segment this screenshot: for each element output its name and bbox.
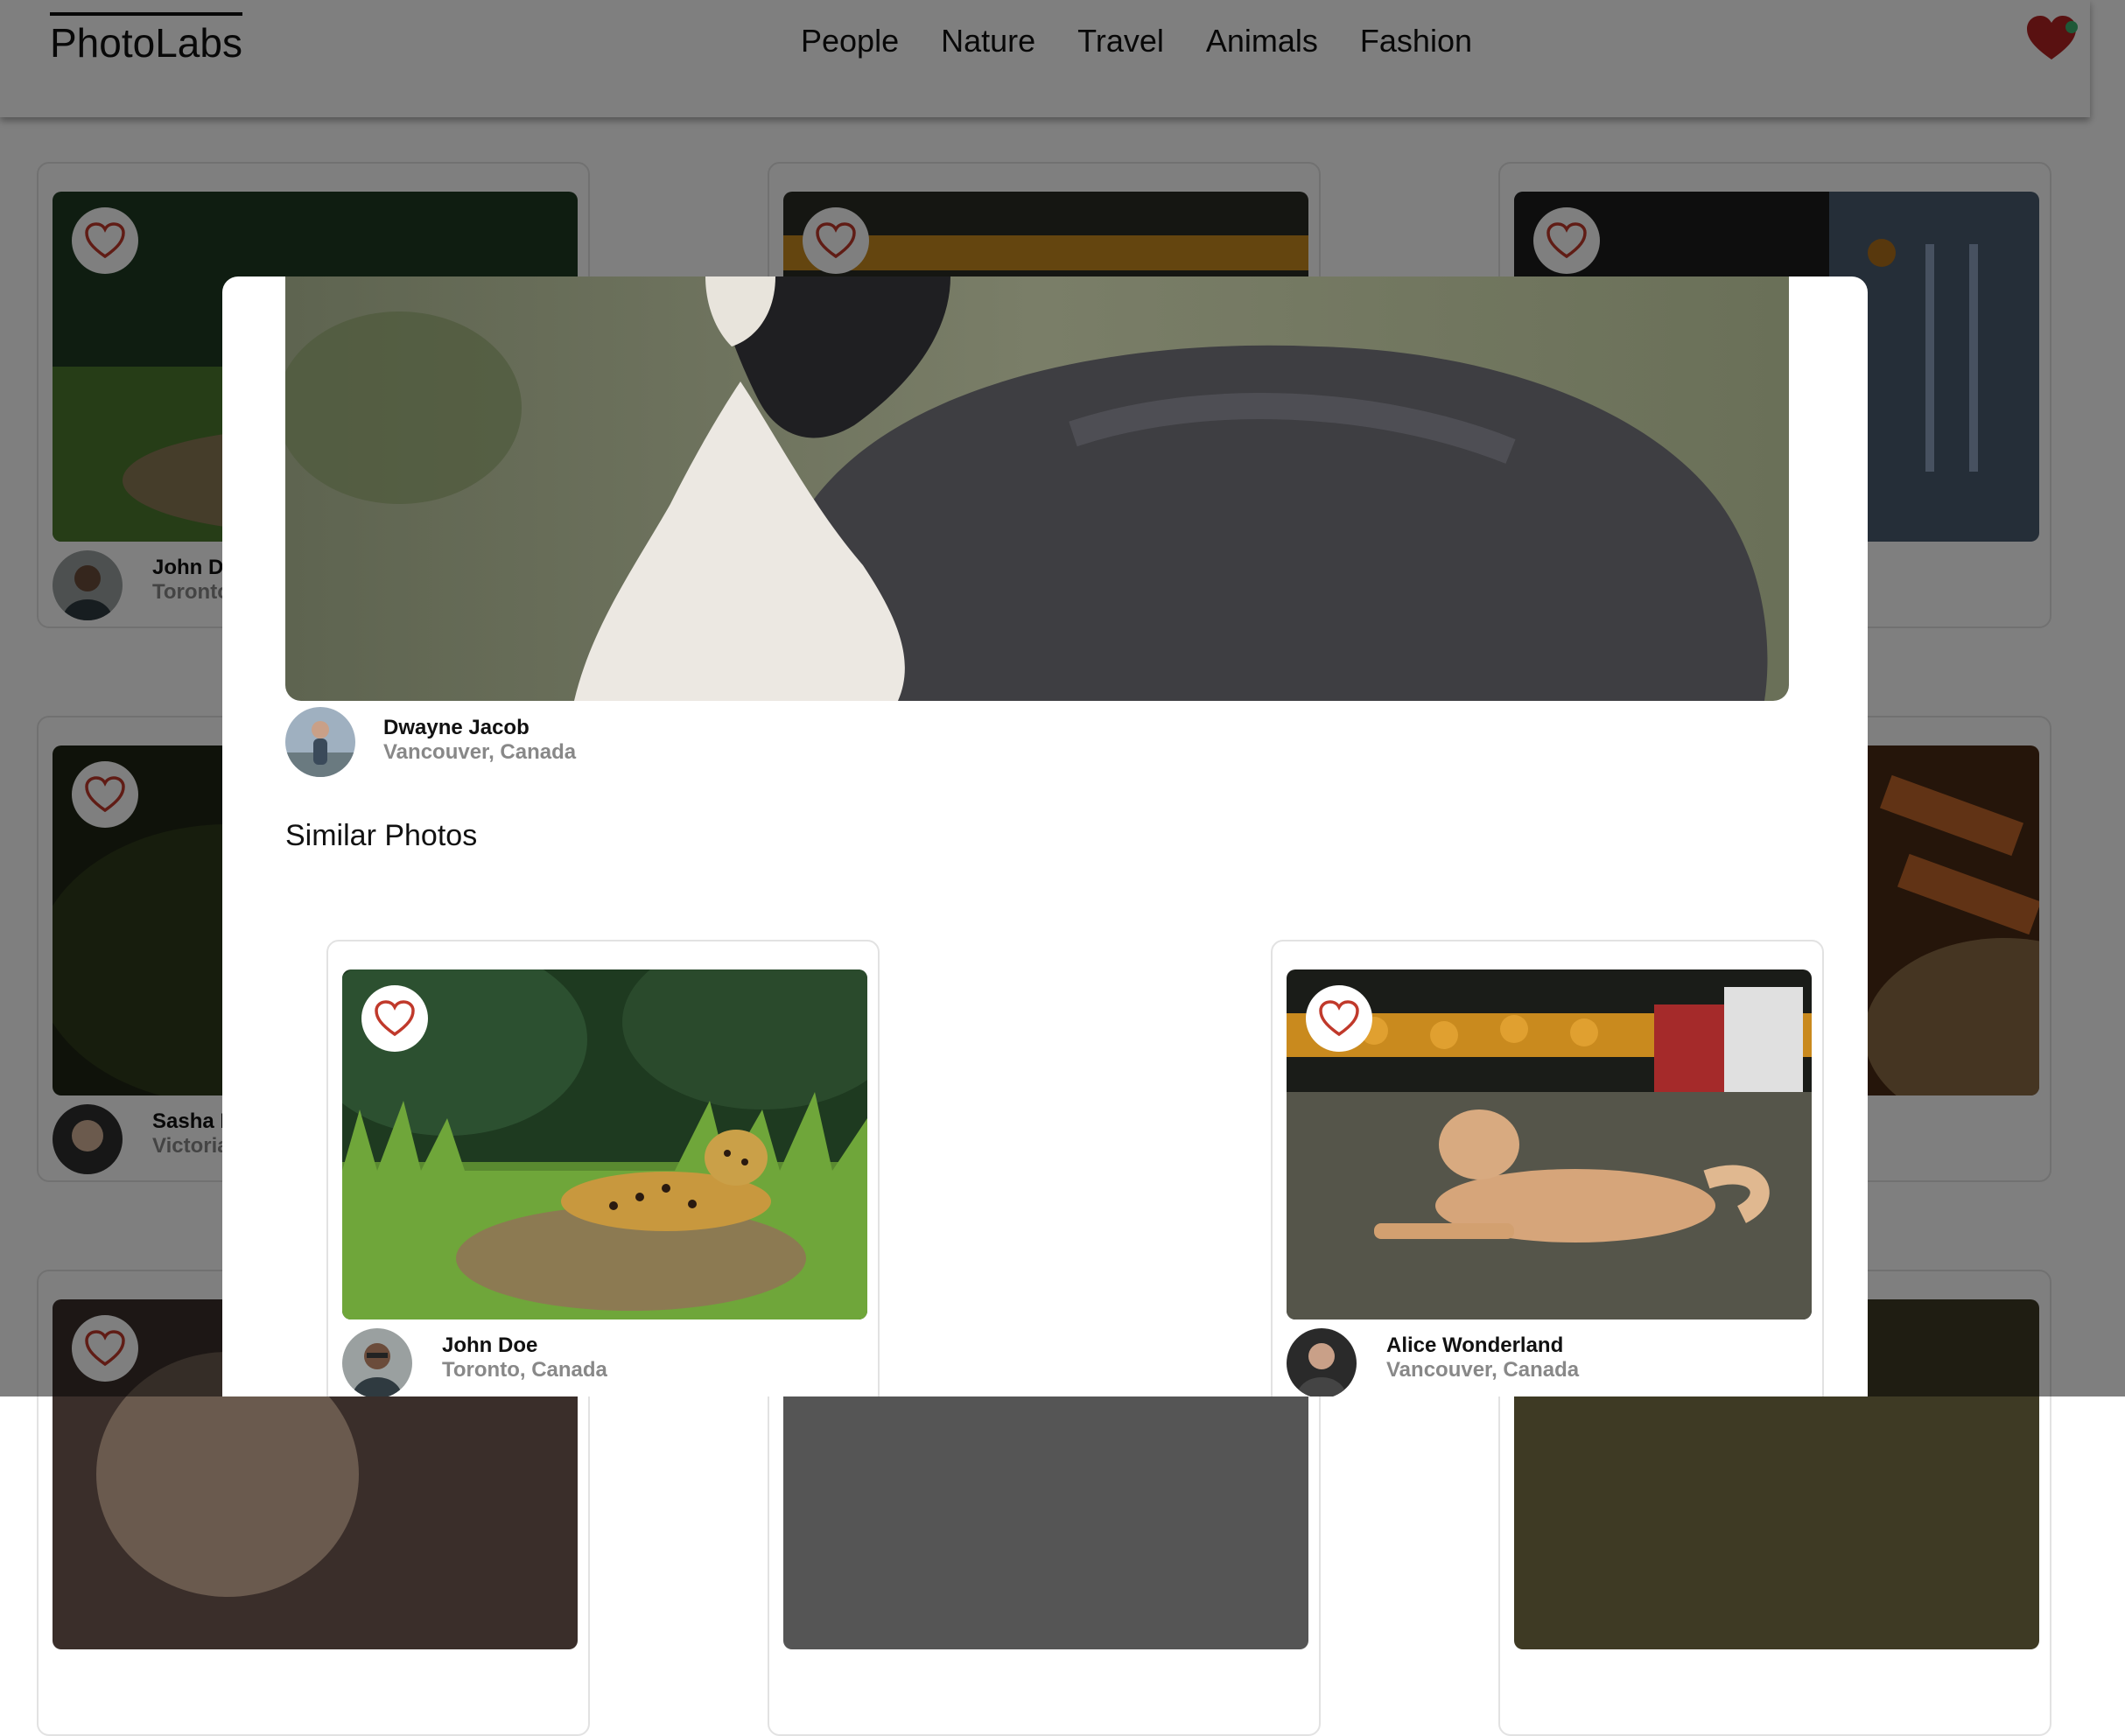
modal-main-photo	[285, 276, 1789, 701]
user-location: Vancouver, Canada	[1386, 1358, 1580, 1382]
similar-photos-heading: Similar Photos	[285, 819, 478, 852]
heart-outline-icon	[1319, 1000, 1359, 1037]
photo-details-modal: Dwayne Jacob Vancouver, Canada Similar P…	[222, 276, 1868, 1396]
photo-favorite-button[interactable]	[1306, 985, 1372, 1052]
similar-photo-card[interactable]: John Doe Toronto, Canada	[326, 940, 880, 1396]
user-location: Toronto, Canada	[442, 1358, 607, 1382]
avatar	[285, 707, 355, 777]
user-location: Vancouver, Canada	[383, 740, 577, 764]
avatar	[1287, 1328, 1357, 1396]
photo-favorite-button[interactable]	[361, 985, 428, 1052]
user-name: Dwayne Jacob	[383, 716, 529, 739]
avatar	[342, 1328, 412, 1396]
user-name: Alice Wonderland	[1386, 1334, 1564, 1357]
heart-outline-icon	[375, 1000, 415, 1037]
user-name: John Doe	[442, 1334, 538, 1357]
similar-photo-card[interactable]: Alice Wonderland Vancouver, Canada	[1271, 940, 1824, 1396]
